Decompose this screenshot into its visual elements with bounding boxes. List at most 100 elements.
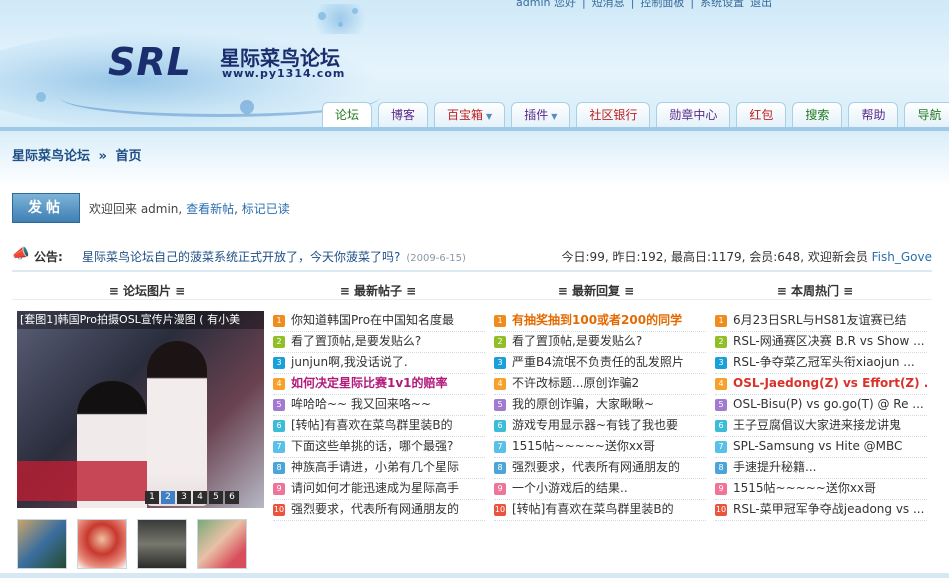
notice-text[interactable]: 星际菜鸟论坛自己的菠菜系统正式开放了，今天你菠菜了吗? (2009-6-15) bbox=[82, 248, 466, 265]
nav-tab[interactable]: 帮助 bbox=[848, 102, 899, 127]
list-item-link[interactable]: 严重B4流氓不负责任的乱发照片 bbox=[512, 355, 684, 369]
photo-page-button[interactable]: 6 bbox=[225, 491, 239, 504]
list-item-link[interactable]: 神族高手请进，小弟有几个星际 bbox=[291, 460, 459, 474]
avatar-thumb[interactable] bbox=[197, 519, 247, 569]
list-item[interactable]: 2 看了置顶帖,是要发贴么? bbox=[273, 332, 485, 353]
list-item[interactable]: 9 一个小游戏后的结果.. bbox=[494, 479, 706, 500]
list-item[interactable]: 3 RSL-争夺菜乙冠军头衔xiaojun ... bbox=[715, 353, 927, 374]
list-item-link[interactable]: 一个小游戏后的结果.. bbox=[512, 481, 628, 495]
list-item-link[interactable]: 强烈要求，代表所有网通朋友的 bbox=[512, 460, 680, 474]
list-item-link[interactable]: OSL-Bisu(P) vs go.go(T) @ Re ... bbox=[733, 397, 924, 411]
list-item[interactable]: 4 如何决定星际比赛1v1的赔率 bbox=[273, 374, 485, 395]
top-link[interactable]: 控制面板 bbox=[640, 0, 684, 9]
list-item-link[interactable]: OSL-Jaedong(Z) vs Effort(Z) ... bbox=[733, 376, 927, 390]
photo-page-button[interactable]: 1 bbox=[145, 491, 159, 504]
list-item-link[interactable]: 下面这些单挑的话，哪个最强? bbox=[291, 439, 453, 453]
list-item[interactable]: 3 junjun啊,我没话说了. bbox=[273, 353, 485, 374]
list-item-link[interactable]: [转帖]有喜欢在菜鸟群里装B的 bbox=[291, 418, 453, 432]
photo-page-button[interactable]: 3 bbox=[177, 491, 191, 504]
top-link[interactable]: 系统设置 bbox=[700, 0, 744, 9]
list-item[interactable]: 1 你知道韩国Pro在中国知名度最 bbox=[273, 311, 485, 332]
top-link[interactable]: 短消息 bbox=[592, 0, 625, 9]
list-item[interactable]: 4 不许改标题...原创诈骗2 bbox=[494, 374, 706, 395]
col-head-hot: ≡ 本周热门 ≡ bbox=[776, 284, 854, 298]
nav-tab[interactable]: 搜索 bbox=[792, 102, 843, 127]
nav-tab[interactable]: 导航 bbox=[904, 102, 949, 127]
list-item[interactable]: 2 看了置顶帖,是要发贴么? bbox=[494, 332, 706, 353]
avatar-thumb[interactable] bbox=[137, 519, 187, 569]
list-item-link[interactable]: 你知道韩国Pro在中国知名度最 bbox=[291, 313, 454, 327]
nav-tab[interactable]: 社区银行 bbox=[576, 102, 651, 127]
list-item[interactable]: 10 RSL-菜甲冠军争夺战jeadong vs ... bbox=[715, 500, 927, 521]
list-item[interactable]: 8 神族高手请进，小弟有几个星际 bbox=[273, 458, 485, 479]
new-post-button[interactable]: 发帖 bbox=[12, 193, 80, 223]
view-new-posts-link[interactable]: 查看新帖 bbox=[186, 202, 234, 216]
list-item[interactable]: 7 下面这些单挑的话，哪个最强? bbox=[273, 437, 485, 458]
notice-link[interactable]: 星际菜鸟论坛自己的菠菜系统正式开放了，今天你菠菜了吗? bbox=[82, 250, 400, 264]
list-item[interactable]: 5 OSL-Bisu(P) vs go.go(T) @ Re ... bbox=[715, 395, 927, 416]
list-item-link[interactable]: 不许改标题...原创诈骗2 bbox=[512, 376, 639, 390]
list-item[interactable]: 3 严重B4流氓不负责任的乱发照片 bbox=[494, 353, 706, 374]
list-item-link[interactable]: SPL-Samsung vs Hite @MBC bbox=[733, 439, 902, 453]
list-item[interactable]: 8 强烈要求，代表所有网通朋友的 bbox=[494, 458, 706, 479]
list-item[interactable]: 2 RSL-网通赛区决赛 B.R vs Show ... bbox=[715, 332, 927, 353]
list-item[interactable]: 6 游戏专用显示器~有钱了我也要 bbox=[494, 416, 706, 437]
list-item-link[interactable]: RSL-争夺菜乙冠军头衔xiaojun ... bbox=[733, 355, 915, 369]
rank-badge: 4 bbox=[715, 377, 727, 390]
list-item-link[interactable]: RSL-菜甲冠军争夺战jeadong vs ... bbox=[733, 502, 924, 516]
rank-badge: 7 bbox=[494, 440, 506, 453]
list-item[interactable]: 7 1515帖~~~~~送你xx哥 bbox=[494, 437, 706, 458]
avatar-thumb[interactable] bbox=[17, 519, 67, 569]
list-item-link[interactable]: [转帖]有喜欢在菜鸟群里装B的 bbox=[512, 502, 674, 516]
list-item[interactable]: 6 [转帖]有喜欢在菜鸟群里装B的 bbox=[273, 416, 485, 437]
list-item[interactable]: 10 [转帖]有喜欢在菜鸟群里装B的 bbox=[494, 500, 706, 521]
list-item-link[interactable]: 6月23日SRL与HS81友谊赛已结 bbox=[733, 313, 906, 327]
list-item[interactable]: 4 OSL-Jaedong(Z) vs Effort(Z) ... bbox=[715, 374, 927, 395]
list-item-link[interactable]: 手速提升秘籍... bbox=[733, 460, 816, 474]
list-item-link[interactable]: 王子豆腐倡议大家进来接龙讲鬼 bbox=[733, 418, 901, 432]
list-item[interactable]: 1 有抽奖抽到100或者200的同学 bbox=[494, 311, 706, 332]
list-item[interactable]: 1 6月23日SRL与HS81友谊赛已结 bbox=[715, 311, 927, 332]
avatar-thumb[interactable] bbox=[77, 519, 127, 569]
nav-tab[interactable]: 插件 ▼ bbox=[511, 102, 571, 127]
list-item-link[interactable]: 请问如何才能迅速成为星际高手 bbox=[291, 481, 459, 495]
list-item[interactable]: 8 手速提升秘籍... bbox=[715, 458, 927, 479]
list-item[interactable]: 10 强烈要求，代表所有网通朋友的 bbox=[273, 500, 485, 521]
forum-photo[interactable]: [套图1]韩国Pro拍摄OSL宣传片漫图 ( 有小美 123456 bbox=[17, 311, 264, 508]
list-item-link[interactable]: 我的原创诈骗，大家瞅瞅~ bbox=[512, 397, 654, 411]
photo-page-button[interactable]: 2 bbox=[161, 491, 175, 504]
mark-read-link[interactable]: 标记已读 bbox=[242, 202, 290, 216]
top-link[interactable]: admin 您好 bbox=[516, 0, 576, 9]
logo-srl[interactable]: SRL bbox=[108, 40, 192, 84]
nav-tab[interactable]: 红包 bbox=[736, 102, 787, 127]
list-item-link[interactable]: 如何决定星际比赛1v1的赔率 bbox=[291, 376, 448, 390]
list-item-link[interactable]: RSL-网通赛区决赛 B.R vs Show ... bbox=[733, 334, 925, 348]
photo-page-button[interactable]: 4 bbox=[193, 491, 207, 504]
list-item-link[interactable]: 1515帖~~~~~送你xx哥 bbox=[512, 439, 655, 453]
list-item-link[interactable]: 有抽奖抽到100或者200的同学 bbox=[512, 313, 682, 327]
new-member-link[interactable]: Fish_Gove bbox=[872, 250, 932, 264]
list-item[interactable]: 7 SPL-Samsung vs Hite @MBC bbox=[715, 437, 927, 458]
nav-tab-label: 论坛 bbox=[335, 108, 360, 122]
breadcrumb-site[interactable]: 星际菜鸟论坛 bbox=[12, 149, 90, 164]
list-item-link[interactable]: 强烈要求，代表所有网通朋友的 bbox=[291, 502, 459, 516]
photo-caption[interactable]: [套图1]韩国Pro拍摄OSL宣传片漫图 ( 有小美 bbox=[17, 311, 264, 329]
list-item-link[interactable]: 哞哈哈~~ 我又回来咯~~ bbox=[291, 397, 431, 411]
nav-tab[interactable]: 论坛 bbox=[322, 102, 373, 127]
list-item[interactable]: 9 请问如何才能迅速成为星际高手 bbox=[273, 479, 485, 500]
nav-tab[interactable]: 博客 bbox=[378, 102, 429, 127]
list-item-link[interactable]: junjun啊,我没话说了. bbox=[291, 355, 408, 369]
list-item[interactable]: 6 王子豆腐倡议大家进来接龙讲鬼 bbox=[715, 416, 927, 437]
list-item-link[interactable]: 看了置顶帖,是要发贴么? bbox=[512, 334, 642, 348]
top-link[interactable]: 退出 bbox=[750, 0, 772, 9]
list-item-link[interactable]: 看了置顶帖,是要发贴么? bbox=[291, 334, 421, 348]
list-item[interactable]: 9 1515帖~~~~~送你xx哥 bbox=[715, 479, 927, 500]
photo-page-button[interactable]: 5 bbox=[209, 491, 223, 504]
list-item-link[interactable]: 1515帖~~~~~送你xx哥 bbox=[733, 481, 876, 495]
nav-tab[interactable]: 勋章中心 bbox=[656, 102, 731, 127]
nav-tab[interactable]: 百宝箱 ▼ bbox=[434, 102, 506, 127]
list-item-link[interactable]: 游戏专用显示器~有钱了我也要 bbox=[512, 418, 678, 432]
list-item[interactable]: 5 哞哈哈~~ 我又回来咯~~ bbox=[273, 395, 485, 416]
nav-tab-label: 帮助 bbox=[861, 108, 886, 122]
list-item[interactable]: 5 我的原创诈骗，大家瞅瞅~ bbox=[494, 395, 706, 416]
